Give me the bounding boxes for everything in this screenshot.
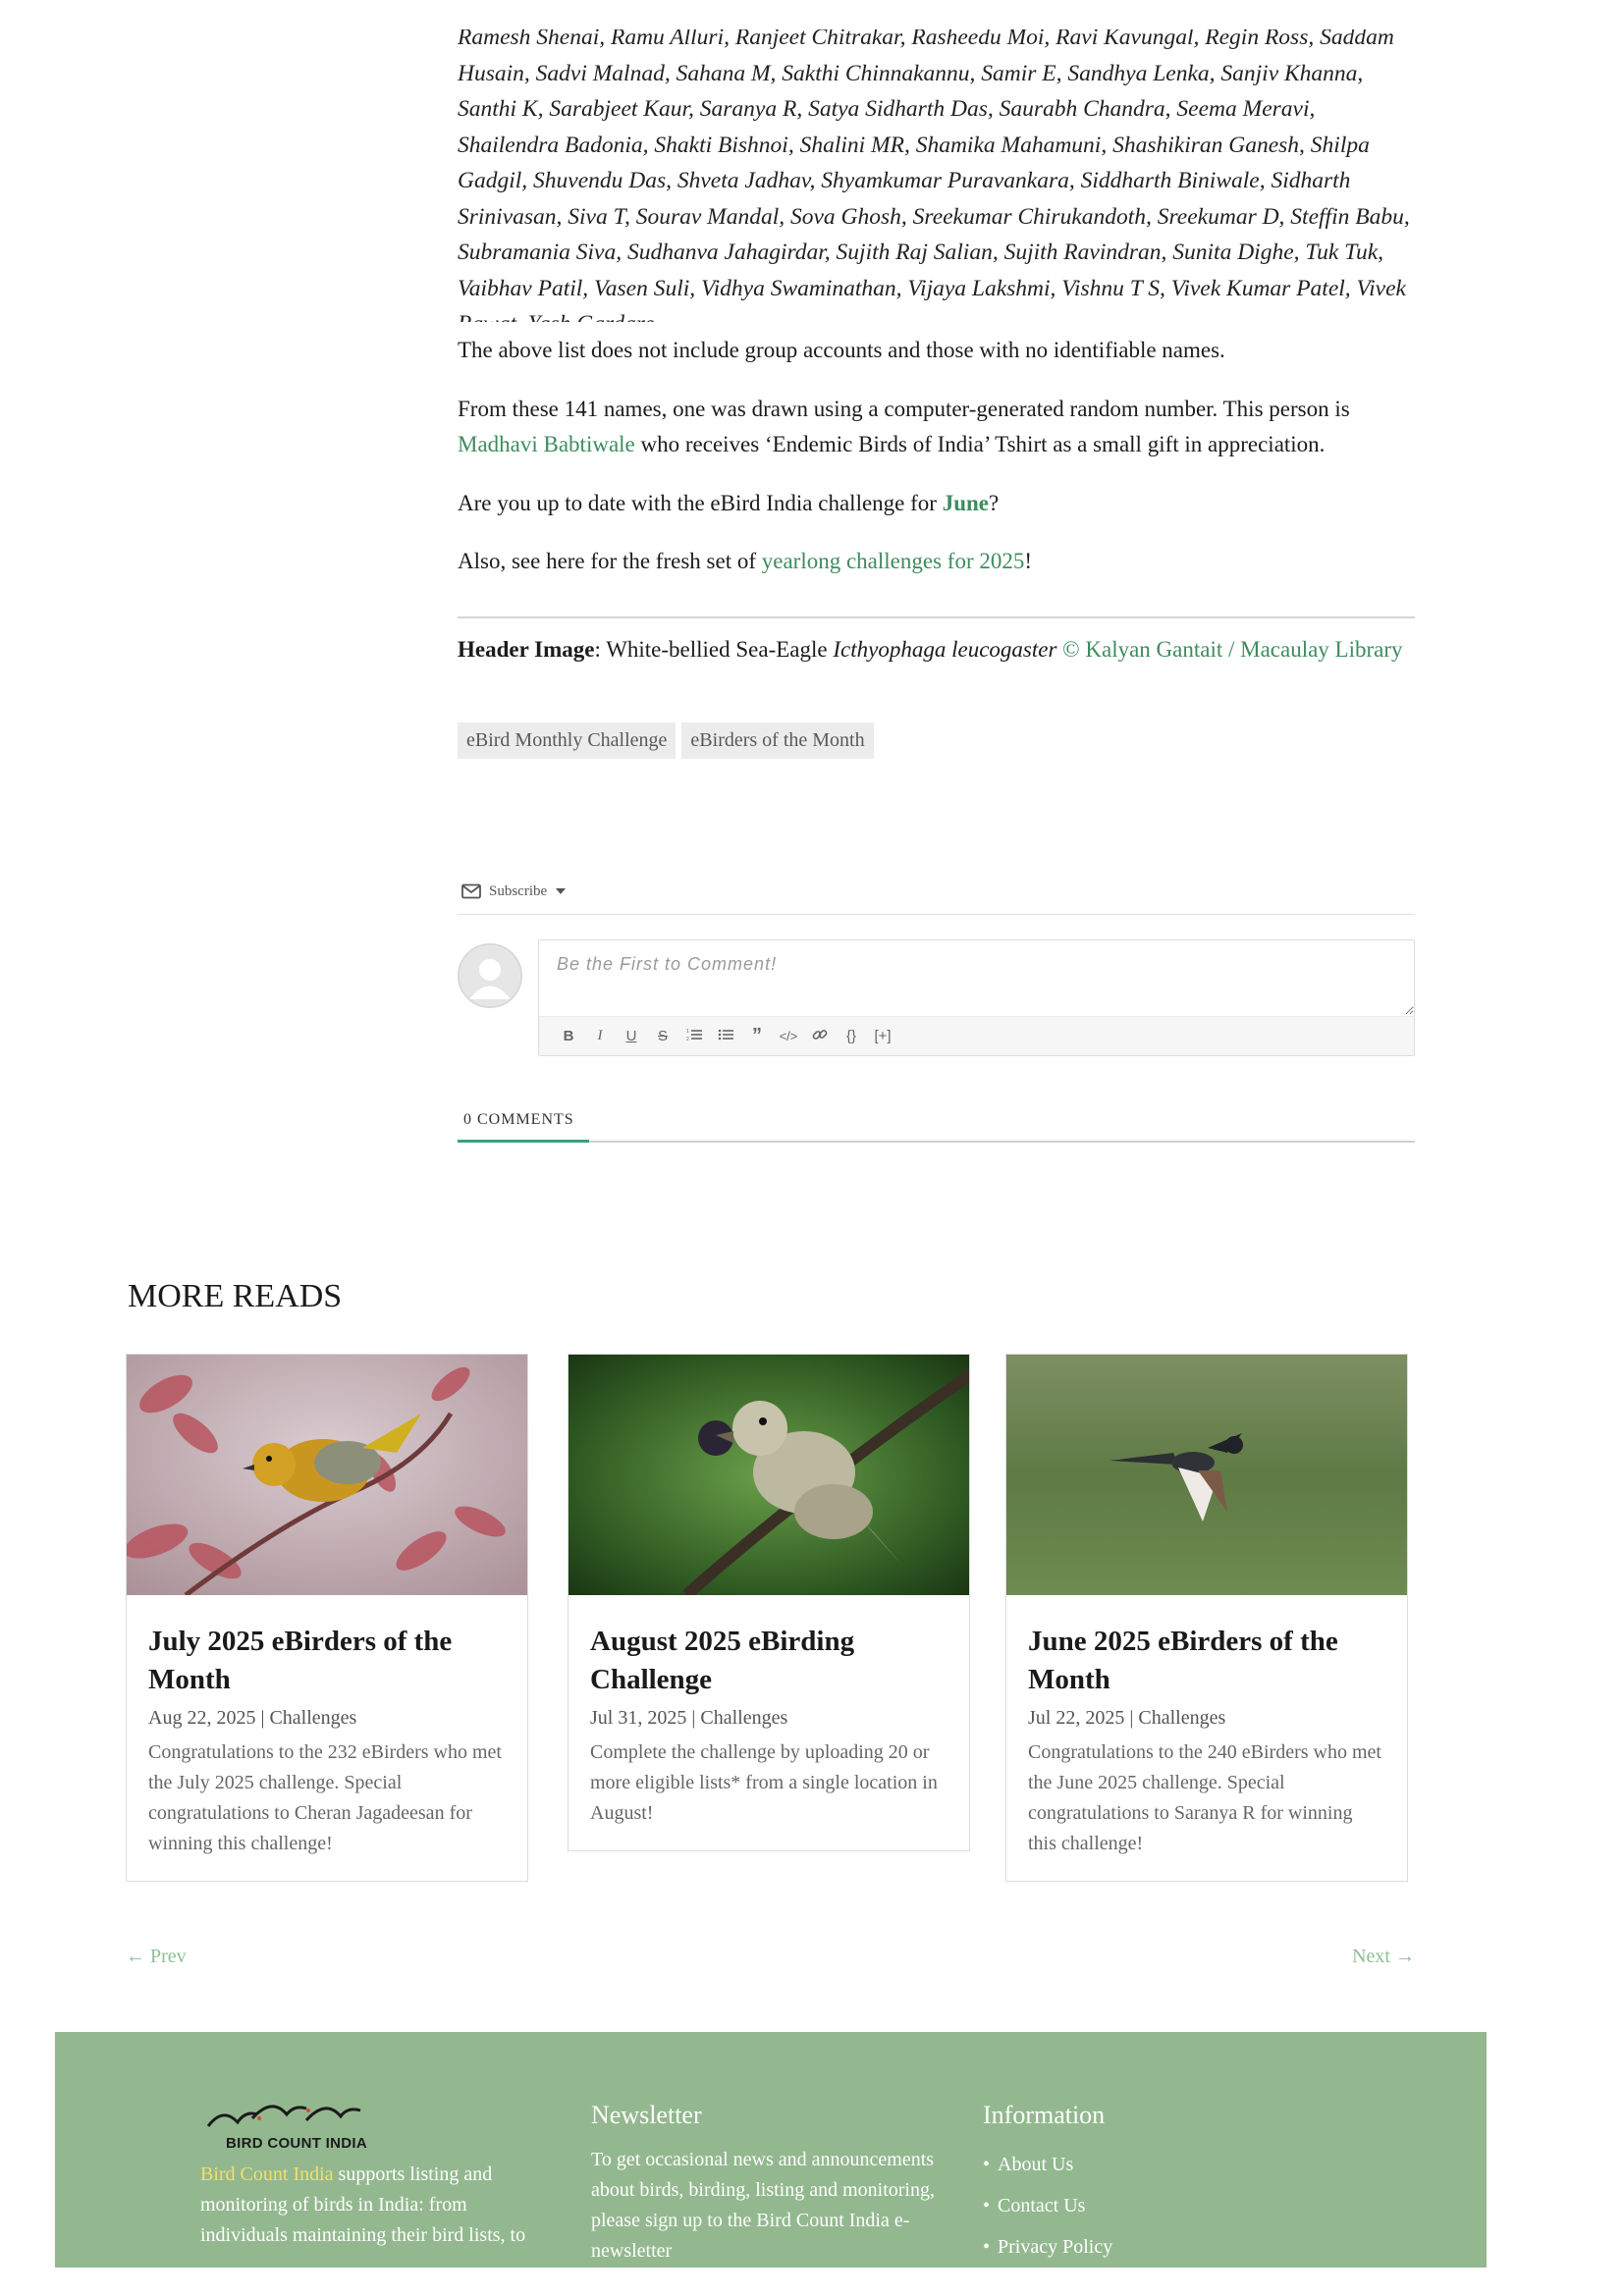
- bird-count-india-logo[interactable]: BIRD COUNT INDIA: [198, 2097, 375, 2156]
- card-category-link[interactable]: Challenges: [269, 1707, 356, 1729]
- next-post-link[interactable]: Next →: [1352, 1946, 1415, 1968]
- bird-photo: [1006, 1355, 1407, 1595]
- underline-button[interactable]: U: [616, 1028, 647, 1044]
- participant-names: Ramesh Shenai, Ramu Alluri, Ranjeet Chit…: [458, 29, 1410, 322]
- card-date: Jul 22, 2025: [1028, 1707, 1125, 1729]
- link-button[interactable]: [804, 1027, 836, 1046]
- card-category-link[interactable]: Challenges: [700, 1707, 787, 1729]
- code-button[interactable]: </>: [773, 1029, 804, 1043]
- footer-link-item: Contact Us: [983, 2185, 1112, 2226]
- about-us-link[interactable]: About Us: [998, 2154, 1073, 2175]
- card-image-bird-with-berry: [568, 1355, 969, 1595]
- logo-text: BIRD COUNT INDIA: [226, 2135, 367, 2152]
- more-reads-heading: MORE READS: [128, 1278, 343, 1314]
- subscribe-label: Subscribe: [489, 882, 548, 899]
- read-card-june-ebirders[interactable]: June 2025 eBirders of the Month Jul 22, …: [1005, 1354, 1408, 1882]
- card-excerpt: Congratulations to the 240 eBirders who …: [1028, 1741, 1381, 1854]
- comments-count-tab[interactable]: 0 COMMENTS: [463, 1111, 574, 1129]
- svg-text:1: 1: [686, 1029, 689, 1035]
- link-icon: [812, 1029, 828, 1040]
- read-card-august-challenge[interactable]: August 2025 eBirding Challenge Jul 31, 2…: [568, 1354, 970, 1851]
- footer-about: Bird Count India supports listing and mo…: [200, 2163, 526, 2246]
- card-title[interactable]: June 2025 eBirders of the Month: [1028, 1623, 1385, 1699]
- card-image-bird-in-flight: [1006, 1355, 1407, 1595]
- divider: [458, 615, 1415, 618]
- user-avatar-icon: [460, 945, 520, 1006]
- svg-text:2: 2: [686, 1037, 689, 1041]
- ordered-list-button[interactable]: 12: [678, 1028, 710, 1045]
- group-note-paragraph: The above list does not include group ac…: [458, 338, 1225, 362]
- footer-link-item: About Us: [983, 2144, 1112, 2185]
- yearlong-challenges-link[interactable]: yearlong challenges for 2025: [762, 549, 1025, 573]
- privacy-policy-link[interactable]: Privacy Policy: [998, 2236, 1112, 2258]
- bold-button[interactable]: B: [553, 1028, 584, 1044]
- active-tab-indicator: [458, 1140, 589, 1143]
- bullet-list-button[interactable]: [710, 1028, 741, 1045]
- card-excerpt: Complete the challenge by uploading 20 o…: [590, 1741, 938, 1824]
- information-heading: Information: [983, 2101, 1106, 2129]
- italic-button[interactable]: I: [584, 1028, 616, 1044]
- bird-count-india-link[interactable]: Bird Count India: [200, 2163, 334, 2185]
- bird-photo: [568, 1355, 969, 1595]
- card-date: Aug 22, 2025: [148, 1707, 256, 1729]
- header-image-credit: Header Image: White-bellied Sea-Eagle Ic…: [458, 636, 1403, 662]
- card-meta: Jul 22, 2025 | Challenges: [1028, 1707, 1226, 1729]
- comment-input[interactable]: [539, 940, 1414, 1015]
- envelope-icon: [461, 883, 481, 899]
- tag-list: eBird Monthly Challenge eBirders of the …: [458, 722, 1415, 759]
- ordered-list-icon: 12: [686, 1029, 702, 1042]
- comment-form: B I U S 12 ” </> {} [+]: [458, 939, 1415, 1059]
- avatar: [458, 943, 522, 1008]
- editor-toolbar: B I U S 12 ” </> {} [+]: [539, 1016, 1414, 1055]
- article-body: Ramesh Shenai, Ramu Alluri, Ranjeet Chit…: [458, 29, 1415, 759]
- tag-ebird-monthly-challenge[interactable]: eBird Monthly Challenge: [458, 722, 677, 759]
- subscribe-bar: Subscribe: [458, 869, 1415, 915]
- footer-link-item: Privacy Policy: [983, 2226, 1112, 2268]
- bird-photo: [127, 1355, 527, 1595]
- newsletter-text: To get occasional news and announcements…: [591, 2149, 935, 2262]
- june-challenge-link[interactable]: June: [943, 491, 989, 515]
- spoiler-button[interactable]: [+]: [867, 1028, 898, 1044]
- information-links: About Us Contact Us Privacy Policy: [983, 2144, 1112, 2268]
- uptodate-paragraph: Are you up to date with the eBird India …: [458, 490, 1000, 515]
- strikethrough-button[interactable]: S: [647, 1028, 678, 1044]
- blockquote-button[interactable]: ”: [741, 1025, 773, 1047]
- bullet-list-icon: [718, 1029, 733, 1040]
- card-excerpt: Congratulations to the 232 eBirders who …: [148, 1741, 502, 1854]
- contact-us-link[interactable]: Contact Us: [998, 2195, 1085, 2216]
- draw-paragraph: From these 141 names, one was drawn usin…: [458, 396, 1350, 457]
- card-meta: Jul 31, 2025 | Challenges: [590, 1707, 788, 1729]
- card-image-bird-on-branch: [127, 1355, 527, 1595]
- newsletter-heading: Newsletter: [591, 2101, 702, 2129]
- winner-link[interactable]: Madhavi Babtiwale: [458, 432, 635, 456]
- subscribe-dropdown[interactable]: Subscribe: [458, 883, 574, 900]
- photo-credit-link[interactable]: © Kalyan Gantait / Macaulay Library: [1056, 637, 1402, 662]
- card-meta: Aug 22, 2025 | Challenges: [148, 1707, 357, 1729]
- card-title[interactable]: July 2025 eBirders of the Month: [148, 1623, 506, 1699]
- code-block-button[interactable]: {}: [836, 1028, 867, 1044]
- yearlong-paragraph: Also, see here for the fresh set of year…: [458, 549, 1033, 573]
- card-category-link[interactable]: Challenges: [1138, 1707, 1225, 1729]
- caret-down-icon: [556, 888, 567, 894]
- tag-ebirders-of-the-month[interactable]: eBirders of the Month: [681, 722, 874, 759]
- prev-post-link[interactable]: ← Prev: [126, 1946, 187, 1968]
- comment-editor: B I U S 12 ” </> {} [+]: [538, 939, 1415, 1056]
- read-card-july-ebirders[interactable]: July 2025 eBirders of the Month Aug 22, …: [126, 1354, 528, 1882]
- birds-logo-icon: [206, 2105, 361, 2127]
- card-date: Jul 31, 2025: [590, 1707, 687, 1729]
- site-footer: BIRD COUNT INDIA Bird Count India suppor…: [55, 2032, 1487, 2268]
- card-title[interactable]: August 2025 eBirding Challenge: [590, 1623, 947, 1699]
- comments-tab-bar: 0 COMMENTS: [458, 1107, 1415, 1143]
